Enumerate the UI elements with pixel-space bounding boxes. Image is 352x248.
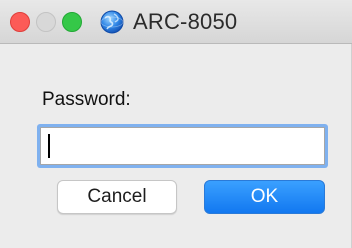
zoom-button[interactable] [62, 12, 82, 32]
cancel-button[interactable]: Cancel [57, 180, 177, 214]
password-label: Password: [42, 89, 131, 110]
password-dialog-window: ARC-8050 Password: Cancel OK [0, 0, 352, 248]
text-caret [48, 134, 50, 158]
window-title: ARC-8050 [133, 9, 238, 34]
password-input[interactable] [40, 127, 325, 165]
close-button[interactable] [10, 12, 30, 32]
globe-icon [100, 10, 124, 34]
ok-button[interactable]: OK [204, 180, 325, 214]
title-bar[interactable]: ARC-8050 [0, 0, 352, 44]
minimize-button[interactable] [36, 12, 56, 32]
